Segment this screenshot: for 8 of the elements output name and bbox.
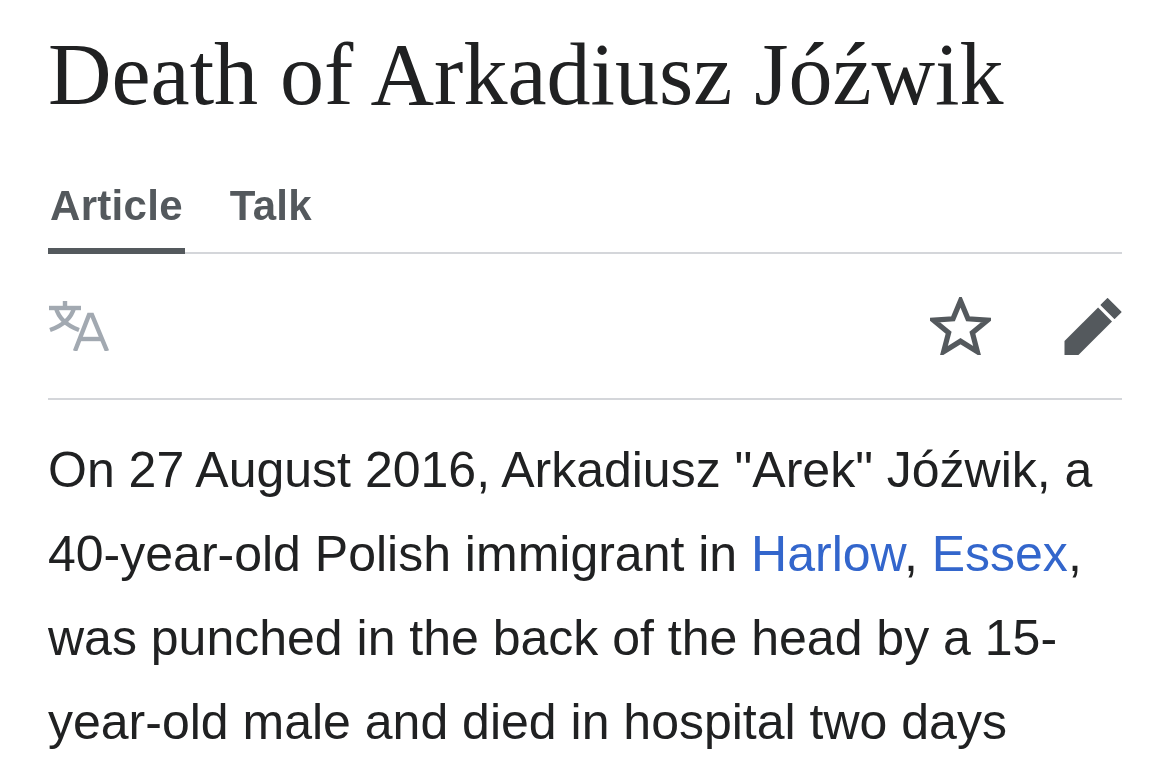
link[interactable]: Harlow	[751, 526, 904, 582]
pencil-icon[interactable]	[1064, 297, 1122, 355]
tab[interactable]: Talk	[227, 182, 314, 254]
article-paragraph: On 27 August 2016, Arkadiusz "Arek" Jóźwik, a 40-year-old Polish immigrant in Harlow, Essex, was punched in the back of the head by a 15-year-old male and died in hospital two days	[48, 441, 1094, 752]
star-icon[interactable]	[930, 297, 991, 355]
tab[interactable]: Article	[48, 182, 185, 254]
link[interactable]: Essex	[931, 526, 1068, 582]
page-title: Death of Arkadiusz Jóźwik	[48, 25, 1004, 125]
